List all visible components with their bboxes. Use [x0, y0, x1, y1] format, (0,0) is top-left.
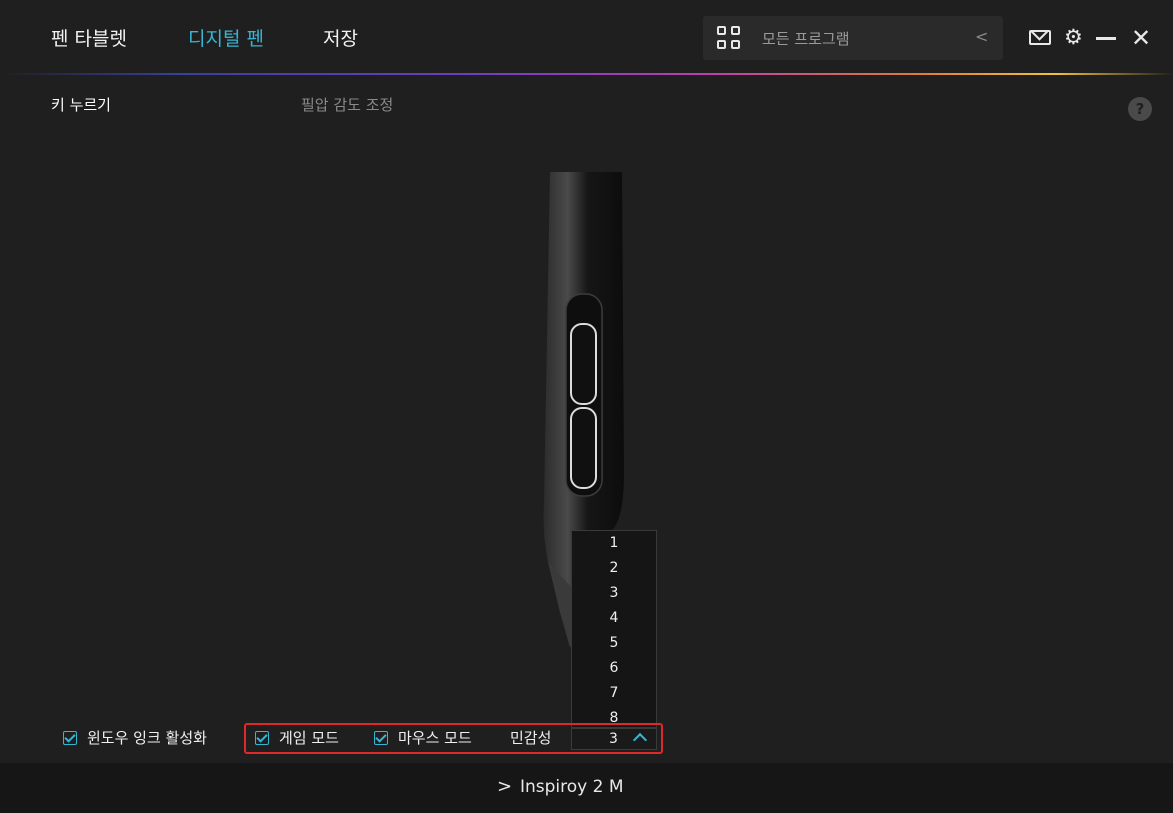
sensitivity-select[interactable]: 3 [571, 728, 657, 750]
sensitivity-dropdown-list: 1 2 3 4 5 6 7 8 [571, 530, 657, 728]
sensitivity-option[interactable]: 6 [572, 660, 656, 676]
mail-icon[interactable] [1029, 30, 1051, 45]
subtab-key-press[interactable]: 키 누르기 [51, 94, 111, 115]
pen-lower-button [570, 407, 597, 489]
chevron-up-icon [632, 732, 648, 748]
sensitivity-option[interactable]: 7 [572, 685, 656, 701]
program-selector[interactable]: 모든 프로그램 < [703, 16, 1003, 60]
device-footer[interactable]: > Inspiroy 2 M [0, 763, 1173, 813]
sensitivity-option[interactable]: 5 [572, 635, 656, 651]
tab-save[interactable]: 저장 [323, 24, 358, 51]
tab-digital-pen[interactable]: 디지털 펜 [188, 24, 264, 51]
help-icon[interactable]: ? [1128, 97, 1152, 121]
top-bar: 펜 타블렛 디지털 펜 저장 모든 프로그램 < ⚙ ✕ [0, 0, 1173, 74]
minimize-icon[interactable] [1096, 37, 1116, 40]
sensitivity-value: 3 [609, 731, 618, 747]
tab-pen-tablet[interactable]: 펜 타블렛 [51, 24, 127, 51]
subtab-pressure-sensitivity[interactable]: 필압 감도 조정 [301, 94, 393, 115]
windows-ink-label: 윈도우 잉크 활성화 [87, 729, 207, 747]
chevron-left-icon[interactable]: < [975, 27, 988, 46]
sensitivity-option[interactable]: 4 [572, 610, 656, 626]
game-mode-label: 게임 모드 [279, 729, 339, 747]
pen-upper-button [570, 323, 597, 405]
grid-icon [717, 26, 741, 50]
sensitivity-option[interactable]: 3 [572, 585, 656, 601]
program-selector-label: 모든 프로그램 [762, 30, 850, 48]
chevron-right-icon: > [497, 776, 513, 797]
close-icon[interactable]: ✕ [1131, 26, 1151, 50]
mouse-mode-label: 마우스 모드 [398, 729, 472, 747]
sensitivity-option[interactable]: 1 [572, 535, 656, 551]
device-name: Inspiroy 2 M [520, 777, 624, 797]
header-divider [0, 73, 1173, 75]
game-mode-checkbox[interactable] [255, 731, 269, 745]
gear-icon[interactable]: ⚙ [1064, 26, 1083, 48]
mouse-mode-checkbox[interactable] [374, 731, 388, 745]
sensitivity-option[interactable]: 2 [572, 560, 656, 576]
sensitivity-label: 민감성 [510, 729, 552, 747]
windows-ink-checkbox[interactable] [63, 731, 77, 745]
